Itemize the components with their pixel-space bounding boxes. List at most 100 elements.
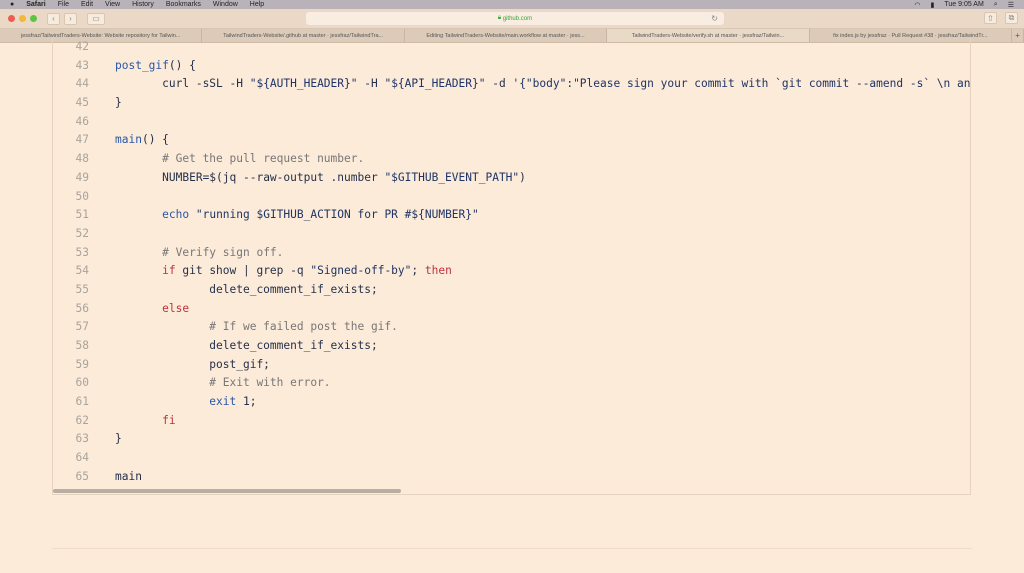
code-line: 59 post_gif; (53, 356, 970, 375)
code-line: 42 (53, 38, 970, 57)
line-number[interactable]: 45 (53, 94, 89, 113)
code-line: 62 fi (53, 412, 970, 431)
line-number[interactable]: 47 (53, 131, 89, 150)
sidebar-toggle-icon[interactable]: ▭ (87, 12, 105, 25)
line-number[interactable]: 44 (53, 75, 89, 94)
code-text: # Exit with error. (89, 374, 330, 393)
code-token: "${API_HEADER}" (384, 77, 486, 91)
apple-icon[interactable]: ● (10, 1, 14, 8)
code-line: 61 exit 1; (53, 393, 970, 412)
code-token: # Get the pull request number. (162, 152, 365, 166)
horizontal-scrollbar[interactable] (53, 489, 401, 493)
code-text: delete_comment_if_exists; (89, 337, 378, 356)
code-token: else (162, 301, 190, 315)
line-number[interactable]: 52 (53, 225, 89, 244)
reload-icon[interactable]: ↻ (711, 14, 718, 23)
menu-bookmarks[interactable]: Bookmarks (166, 1, 201, 8)
code-text: main (89, 468, 142, 487)
code-token: fi (162, 413, 176, 427)
code-token: if (162, 264, 176, 278)
wifi-icon[interactable]: ◠ (914, 1, 920, 9)
spotlight-search-icon[interactable]: ⌕ (994, 1, 998, 9)
code-token: delete_comment_if_exists; (209, 339, 378, 352)
line-number[interactable]: 51 (53, 206, 89, 225)
line-number[interactable]: 50 (53, 188, 89, 207)
line-number[interactable]: 63 (53, 430, 89, 449)
code-token: main (115, 469, 142, 483)
code-line: 52 (53, 225, 970, 244)
battery-icon[interactable]: ▮ (931, 1, 935, 9)
code-token: main (115, 133, 142, 147)
clock[interactable]: Tue 9:05 AM (944, 1, 983, 9)
code-text: post_gif; (89, 356, 270, 375)
line-number[interactable]: 42 (53, 38, 89, 57)
minimize-window-button[interactable] (19, 15, 26, 22)
back-button[interactable]: ‹ (47, 12, 60, 25)
menu-file[interactable]: File (58, 1, 69, 8)
line-number[interactable]: 58 (53, 337, 89, 356)
code-line: 55 delete_comment_if_exists; (53, 281, 970, 300)
menu-edit[interactable]: Edit (81, 1, 93, 8)
line-number[interactable]: 59 (53, 356, 89, 375)
code-text: NUMBER=$(jq --raw-output .number "$GITHU… (89, 169, 526, 188)
code-token: '{"body":"Please sign your commit with `… (512, 77, 971, 91)
code-text: curl -sSL -H "${AUTH_HEADER}" -H "${API_… (89, 75, 970, 94)
code-token: exit (209, 395, 237, 409)
code-text: # If we failed post the gif. (89, 318, 398, 337)
menu-history[interactable]: History (132, 1, 154, 8)
tabs-overview-icon[interactable]: ⧉ (1005, 12, 1018, 24)
code-viewer: 42 43 post_gif() {44 curl -sSL -H "${AUTH_… (52, 38, 971, 495)
line-number[interactable]: 57 (53, 318, 89, 337)
zoom-window-button[interactable] (30, 15, 37, 22)
line-number[interactable]: 49 (53, 169, 89, 188)
line-number[interactable]: 46 (53, 113, 89, 132)
code-line: 47 main() { (53, 131, 970, 150)
code-line: 65 main (53, 468, 970, 487)
menu-help[interactable]: Help (250, 1, 264, 8)
line-number[interactable]: 65 (53, 468, 89, 487)
code-line: 51 echo "running $GITHUB_ACTION for PR #… (53, 206, 970, 225)
close-window-button[interactable] (8, 15, 15, 22)
share-icon[interactable]: ⇧ (984, 12, 997, 24)
code-text: else (89, 300, 189, 319)
line-number[interactable]: 48 (53, 150, 89, 169)
line-number[interactable]: 43 (53, 57, 89, 76)
code-line: 46 (53, 113, 970, 132)
notification-center-icon[interactable]: ☰ (1008, 1, 1014, 9)
code-line: 53 # Verify sign off. (53, 244, 970, 263)
menu-view[interactable]: View (105, 1, 120, 8)
code-token: echo (162, 208, 190, 222)
line-number[interactable]: 64 (53, 449, 89, 468)
code-token: () { (141, 133, 169, 147)
menu-window[interactable]: Window (213, 1, 238, 8)
line-number[interactable]: 62 (53, 412, 89, 431)
new-tab-button[interactable]: + (1012, 29, 1024, 42)
code-line: 54 if git show | grep -q "Signed-off-by"… (53, 262, 970, 281)
code-token: # Verify sign off. (162, 245, 284, 259)
forward-button[interactable]: › (64, 12, 77, 25)
code-text: # Get the pull request number. (89, 150, 364, 169)
code-token: -H (357, 77, 385, 91)
line-number[interactable]: 56 (53, 300, 89, 319)
line-number[interactable]: 53 (53, 244, 89, 263)
line-number[interactable]: 55 (53, 281, 89, 300)
divider (52, 548, 972, 549)
line-number[interactable]: 60 (53, 374, 89, 393)
code-token: 1; (236, 395, 257, 409)
menu-app-safari[interactable]: Safari (26, 1, 45, 8)
code-lines: 42 43 post_gif() {44 curl -sSL -H "${AUTH_… (53, 38, 970, 487)
code-line: 58 delete_comment_if_exists; (53, 337, 970, 356)
line-number[interactable]: 61 (53, 393, 89, 412)
line-number[interactable]: 54 (53, 262, 89, 281)
code-line: 48 # Get the pull request number. (53, 150, 970, 169)
address-bar[interactable]: 🔒︎ github.com ↻ (306, 12, 724, 25)
